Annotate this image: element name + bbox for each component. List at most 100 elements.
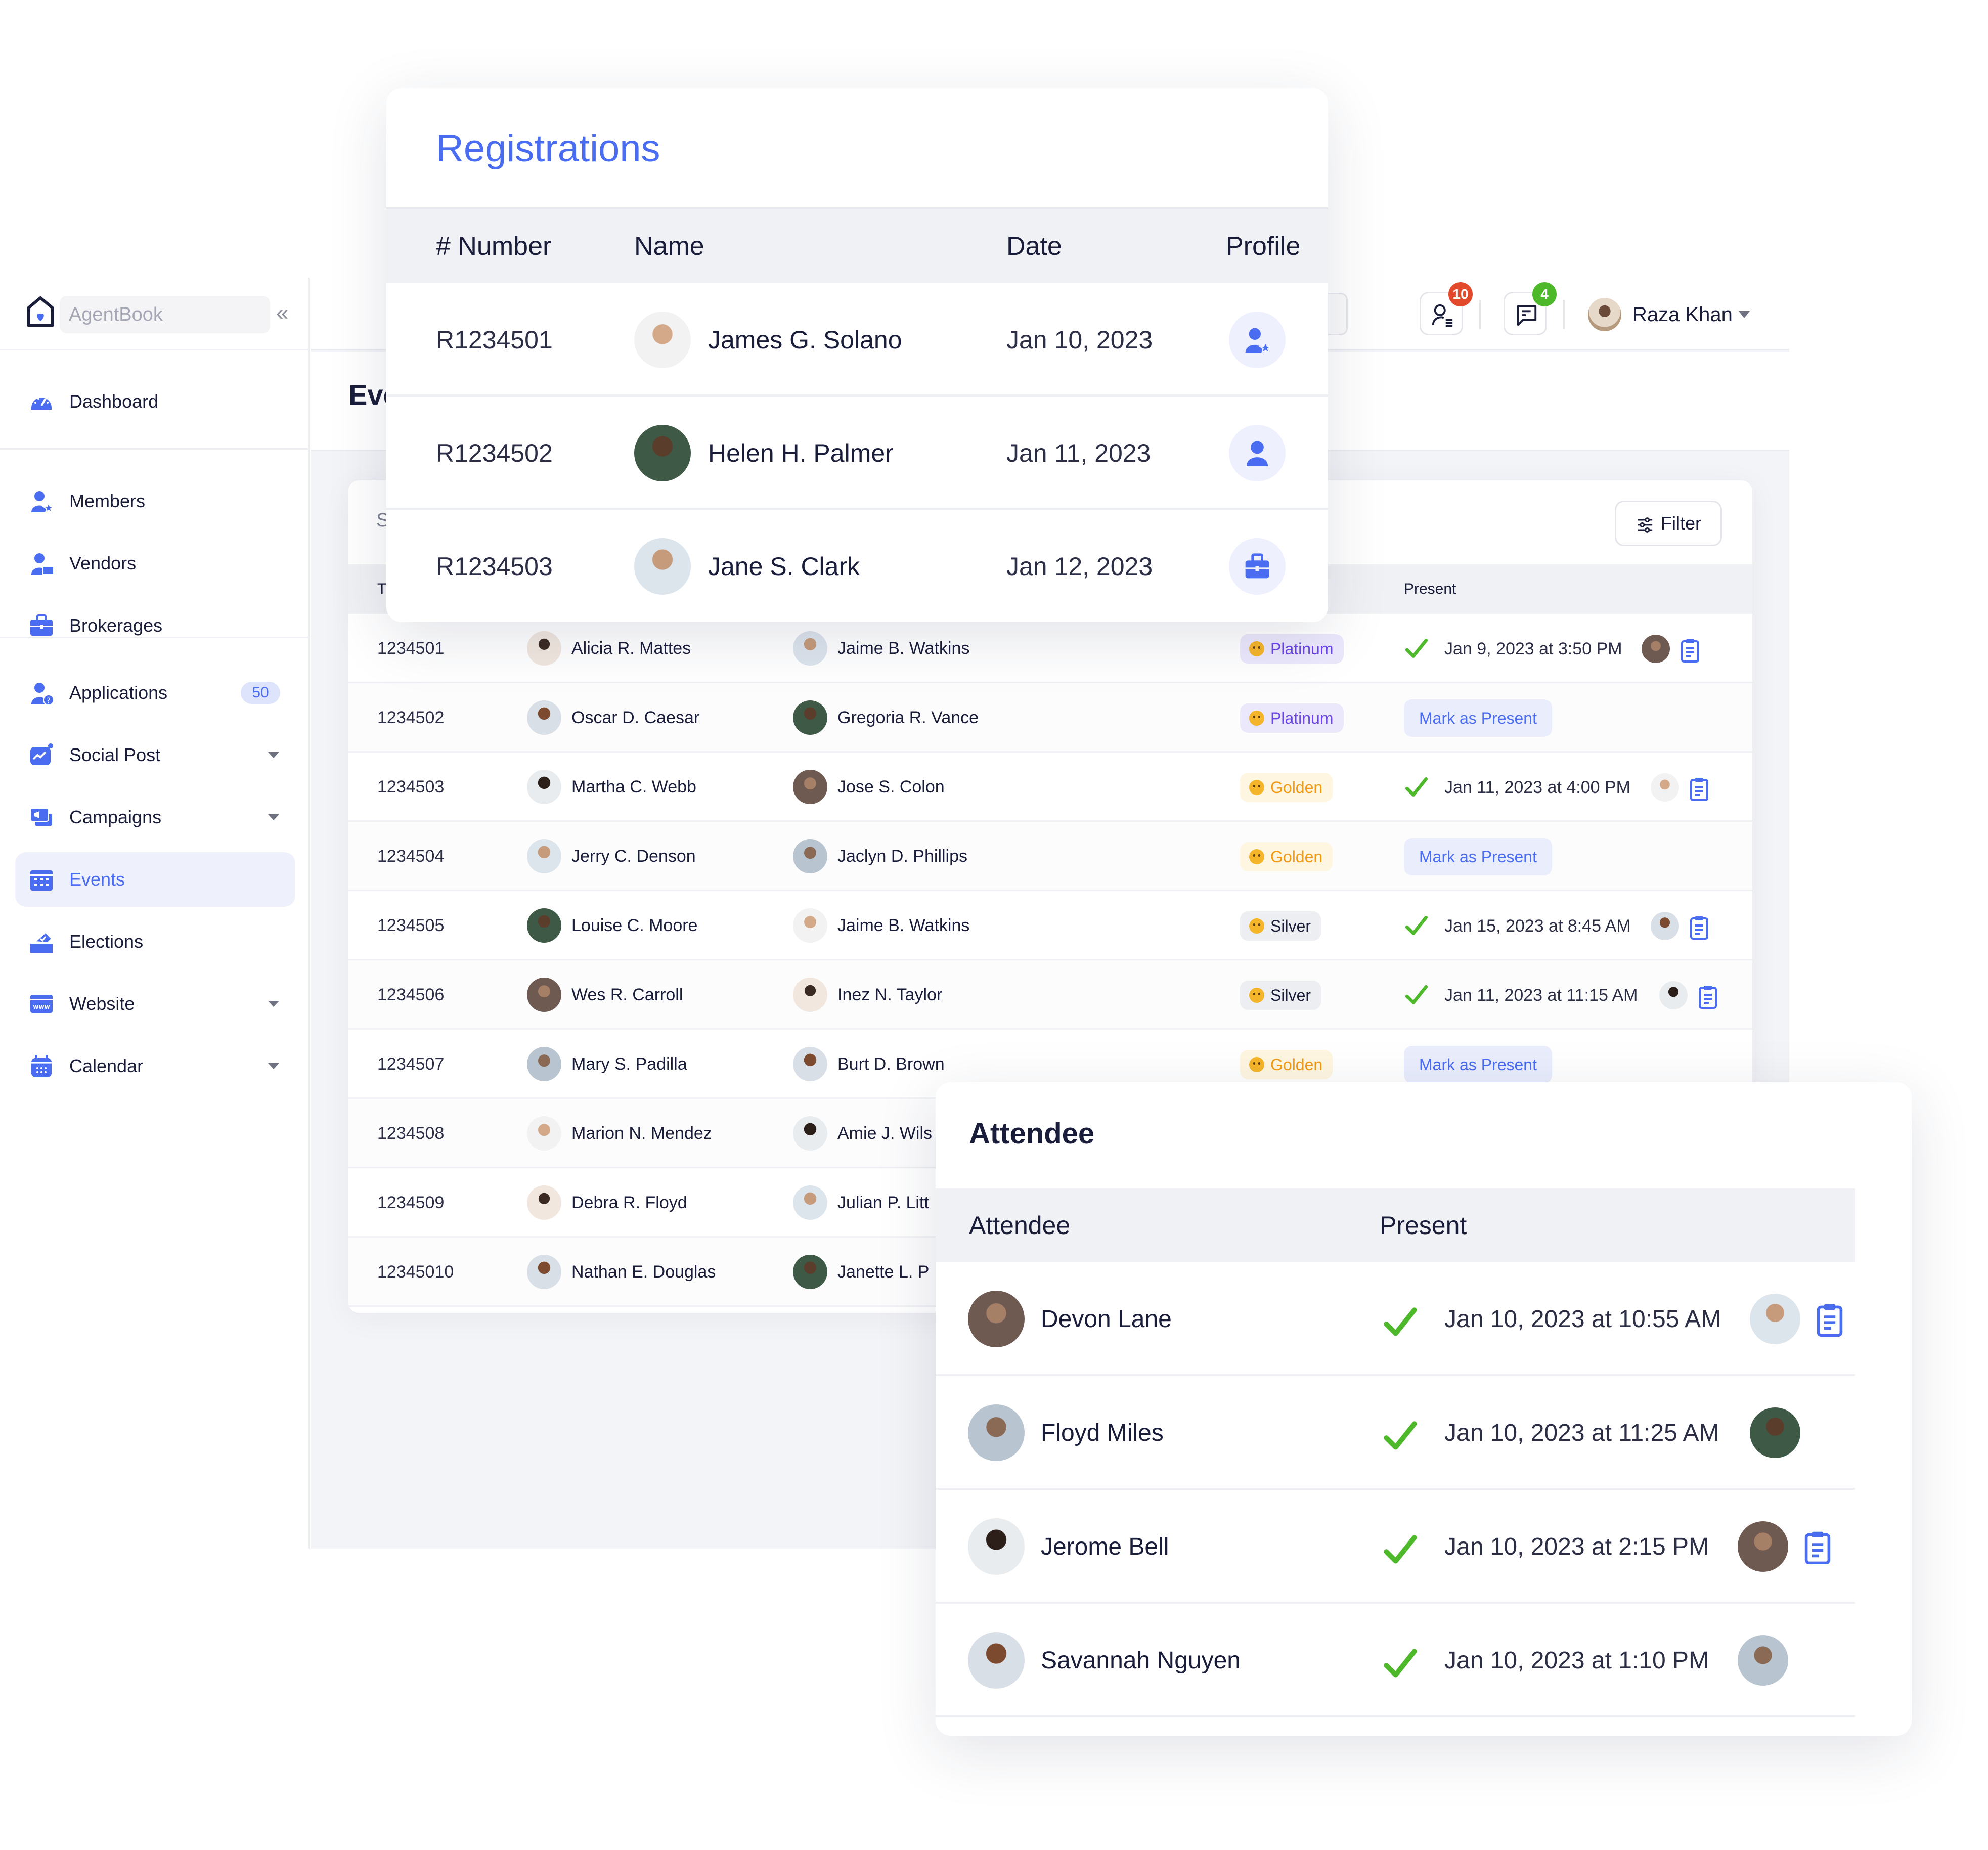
avatar: [793, 978, 827, 1012]
notifications-badge: 10: [1448, 282, 1473, 306]
avatar: [527, 1185, 561, 1220]
profile-button[interactable]: [1229, 312, 1286, 368]
row-number: 1234508: [377, 1124, 445, 1143]
tier-label: Silver: [1270, 917, 1311, 935]
avatar: [527, 700, 561, 735]
clipboard-icon[interactable]: [1680, 638, 1700, 663]
sidebar-item-label: Members: [69, 491, 146, 511]
registrant-name[interactable]: Helen H. Palmer: [708, 397, 894, 510]
mark-as-present-button[interactable]: Mark as Present: [1404, 1046, 1552, 1083]
staff-avatar: [1737, 1521, 1788, 1572]
tier-label: Golden: [1270, 1055, 1323, 1074]
chevron-down-icon[interactable]: [268, 1001, 279, 1007]
registration-date: Jan 11, 2023: [1006, 439, 1151, 467]
avatar: [634, 312, 691, 368]
row-number: 1234507: [377, 1054, 445, 1074]
sidebar-item-vendors[interactable]: Vendors: [15, 536, 295, 591]
table-row: 1234502 Oscar D. Caesar Gregoria R. Vance P…: [348, 683, 1752, 753]
attendee-name[interactable]: Devon Lane: [1041, 1262, 1172, 1376]
member-star-icon: [1245, 328, 1271, 354]
checkmark-icon: [1382, 1418, 1419, 1450]
chevron-down-icon[interactable]: [268, 814, 279, 820]
sidebar: AgentBook « Dashboard Members Vendors Br…: [0, 278, 310, 1549]
present-timestamp: Jan 11, 2023 at 4:00 PM: [1444, 778, 1630, 797]
staff-avatar: [1642, 635, 1670, 663]
tier-badge: Silver: [1240, 981, 1321, 1010]
workspace-name-field[interactable]: AgentBook: [60, 296, 270, 333]
chevron-down-icon[interactable]: [268, 752, 279, 758]
staff-avatar: [1750, 1407, 1801, 1458]
sidebar-item-label: Elections: [69, 931, 144, 952]
staff-avatar: [1737, 1635, 1788, 1686]
campaigns-icon: [30, 808, 53, 827]
briefcase-icon: [1245, 553, 1269, 579]
column-header: T: [377, 581, 387, 597]
avatar: [634, 538, 691, 595]
attendee-name[interactable]: Floyd Miles: [1041, 1376, 1164, 1490]
mark-as-present-button[interactable]: Mark as Present: [1404, 699, 1552, 737]
avatar: [793, 1116, 827, 1151]
sidebar-item-label: Events: [69, 869, 125, 890]
messages-button[interactable]: 4: [1504, 282, 1557, 335]
divider: [1479, 300, 1481, 329]
clipboard-icon[interactable]: [1698, 985, 1718, 1009]
registration-date: Jan 12, 2023: [1006, 552, 1153, 581]
filter-button[interactable]: Filter: [1615, 501, 1722, 546]
sidebar-item-events[interactable]: Events: [15, 852, 295, 907]
registrant-name[interactable]: James G. Solano: [708, 283, 902, 397]
row-number: 1234506: [377, 985, 445, 1004]
sidebar-item-social-post[interactable]: Social Post: [15, 728, 295, 782]
table-row: 1234506 Wes R. Carroll Inez N. Taylor Silve…: [348, 960, 1752, 1030]
person-name: Jerry C. Denson: [571, 847, 696, 866]
emoji-face-icon: [1249, 918, 1264, 934]
person-name: Jaclyn D. Phillips: [837, 847, 967, 866]
avatar: [527, 631, 561, 666]
clipboard-icon[interactable]: [1803, 1530, 1832, 1565]
column-header-attendee: Attendee: [969, 1211, 1071, 1240]
sidebar-item-calendar[interactable]: Calendar: [15, 1039, 295, 1093]
sidebar-item-campaigns[interactable]: Campaigns: [15, 790, 295, 845]
avatar: [634, 425, 691, 481]
sliders-icon: [1638, 517, 1653, 533]
present-timestamp: Jan 15, 2023 at 8:45 AM: [1444, 916, 1631, 936]
vendors-icon: [31, 553, 54, 575]
tier-label: Golden: [1270, 778, 1323, 797]
divider: [1563, 300, 1565, 329]
present-timestamp: Jan 10, 2023 at 1:10 PM: [1444, 1647, 1709, 1674]
mark-as-present-button[interactable]: Mark as Present: [1404, 838, 1552, 875]
attendee-name[interactable]: Jerome Bell: [1041, 1490, 1169, 1604]
brand-header: AgentBook «: [0, 278, 310, 350]
column-header-name: Name: [634, 232, 704, 261]
emoji-face-icon: [1249, 1057, 1264, 1072]
registrations-card: Registrations # Number Name Date Profile…: [386, 88, 1328, 622]
registrant-name[interactable]: Jane S. Clark: [708, 510, 860, 622]
present-timestamp: Jan 10, 2023 at 11:25 AM: [1444, 1420, 1719, 1446]
person-name: Mary S. Padilla: [571, 1054, 687, 1074]
clipboard-icon[interactable]: [1816, 1303, 1844, 1337]
notifications-button[interactable]: 10: [1420, 282, 1473, 335]
sidebar-item-members[interactable]: Members: [15, 474, 295, 528]
collapse-sidebar-icon[interactable]: «: [276, 300, 288, 326]
nav-section-tools: ? Applications 50 Social Post Campaigns …: [0, 638, 310, 1220]
filter-label: Filter: [1661, 513, 1701, 534]
sidebar-item-elections[interactable]: Elections: [15, 914, 295, 969]
clipboard-icon[interactable]: [1689, 915, 1709, 940]
chevron-down-icon[interactable]: [268, 1063, 279, 1069]
person-name: Jaime B. Watkins: [837, 639, 970, 658]
chat-icon: [1517, 305, 1537, 326]
profile-button[interactable]: [1229, 425, 1286, 481]
sidebar-item-website[interactable]: www Website: [15, 977, 295, 1031]
tier-badge: Golden: [1240, 842, 1333, 871]
clipboard-icon[interactable]: [1689, 777, 1709, 801]
attendee-name[interactable]: Savannah Nguyen: [1041, 1604, 1241, 1717]
table-row: 1234501 Alicia R. Mattes Jaime B. Watkins P…: [348, 614, 1752, 683]
svg-text:www: www: [33, 1003, 50, 1010]
sidebar-item-applications[interactable]: ? Applications 50: [15, 666, 295, 720]
tier-badge: Silver: [1240, 911, 1321, 941]
table-row: 1234503 Martha C. Webb Jose S. Colon Golden…: [348, 753, 1752, 822]
tier-label: Golden: [1270, 848, 1323, 866]
sidebar-item-dashboard[interactable]: Dashboard: [15, 374, 295, 429]
person-name: Nathan E. Douglas: [571, 1262, 716, 1282]
checkmark-icon: [1382, 1645, 1419, 1678]
profile-button[interactable]: [1229, 538, 1286, 595]
